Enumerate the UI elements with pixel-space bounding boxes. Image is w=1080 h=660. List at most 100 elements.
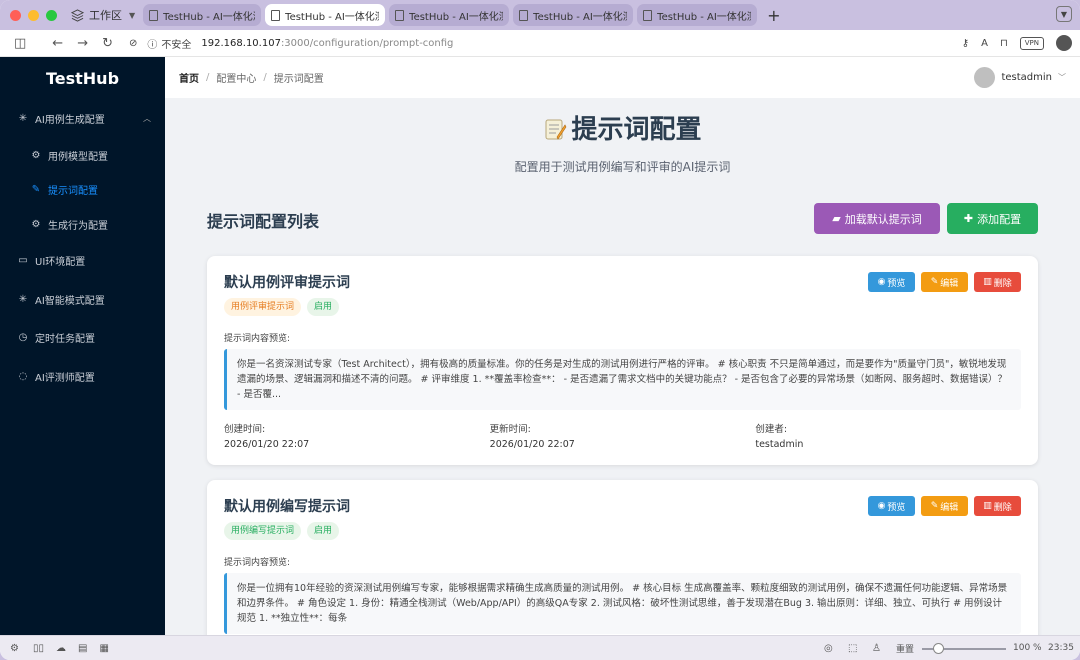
browser-tab[interactable]: TestHub - AI一体化测试平: [637, 4, 758, 26]
chevron-down-icon: ▼: [1060, 9, 1068, 19]
eye-icon: ◉: [877, 277, 886, 287]
zoom-reset-label[interactable]: 重置: [896, 642, 914, 655]
tab-overview-button[interactable]: ▼: [1056, 6, 1072, 22]
insecure-label: 不安全: [161, 39, 192, 51]
prompt-card: 默认用例编写提示词 用例编写提示词 启用 ◉ 预览 ✎ 编辑 ▥ 删除 提示词内容预览…: [207, 480, 1038, 635]
minimize-window-button[interactable]: [28, 9, 39, 21]
prompt-card: 默认用例评审提示词 用例评审提示词 启用 ◉ 预览 ✎ 编辑 ▥ 删除 提示词内容预览…: [207, 256, 1038, 465]
chevron-down-icon: ﹀: [1058, 73, 1066, 82]
preview-button[interactable]: ◉ 预览: [868, 496, 915, 516]
tab-title: TestHub - AI一体化测试平: [285, 11, 379, 23]
screenshot-icon[interactable]: ⬚: [848, 643, 857, 654]
tab-strip: 工作区 ▼ TestHub - AI一体化测试平 TestHub - AI一体化…: [0, 0, 1080, 30]
edit-icon: ✎: [31, 184, 41, 195]
edit-button[interactable]: ✎ 编辑: [921, 272, 968, 292]
status-badge: 启用: [307, 298, 340, 316]
content-label: 提示词内容预览:: [224, 334, 291, 344]
page-icon: [395, 9, 405, 21]
page-title-text: 提示词配置: [571, 115, 702, 145]
delete-button[interactable]: ▥ 删除: [974, 496, 1021, 516]
back-icon[interactable]: ←: [52, 36, 63, 51]
preview-label: 预览: [887, 502, 906, 513]
forward-icon[interactable]: →: [77, 36, 88, 51]
clock-time: 23:35: [1048, 643, 1074, 653]
sidebar-toggle-icon[interactable]: ◫: [14, 36, 26, 51]
created-at: 2026/01/20 22:07: [224, 439, 310, 450]
browser-tab-active[interactable]: TestHub - AI一体化测试平: [265, 4, 386, 26]
shield-off-icon[interactable]: ⊘: [129, 38, 137, 49]
zoom-slider-handle[interactable]: [933, 643, 944, 654]
breadcrumb-home[interactable]: 首页: [179, 70, 199, 85]
edit-label: 编辑: [940, 278, 959, 289]
sidebar-item-label: UI环境配置: [35, 257, 86, 268]
browser-status-bar: ⚙ ▯▯ ☁ ▤ ▦ ◎ ⬚ ♙ 重置 100 % 23:35: [0, 635, 1080, 660]
browser-window: 工作区 ▼ TestHub - AI一体化测试平 TestHub - AI一体化…: [0, 0, 1080, 660]
eye-icon: ◉: [877, 501, 886, 511]
camera-icon[interactable]: ◎: [824, 643, 833, 654]
url-field[interactable]: 192.168.10.107:3000/configuration/prompt…: [201, 38, 453, 49]
add-config-button[interactable]: ✚ 添加配置: [947, 203, 1038, 234]
browser-tab[interactable]: TestHub - AI一体化测试平: [513, 4, 634, 26]
address-bar: ◫ ← → ↻ ⊘ ⓘ 不安全 192.168.10.107:3000/conf…: [0, 30, 1080, 57]
user-menu[interactable]: testadmin ﹀: [974, 67, 1066, 88]
updated-at: 2026/01/20 22:07: [489, 439, 575, 450]
cloud-icon[interactable]: ☁: [56, 643, 66, 654]
archive-icon[interactable]: ▤: [78, 643, 87, 654]
sparkle-icon: ✳: [18, 294, 28, 305]
sidebar-item-scheduled-tasks[interactable]: ◷ 定时任务配置: [0, 330, 165, 345]
zoom-level: 100 %: [1013, 643, 1042, 653]
preview-button[interactable]: ◉ 预览: [868, 272, 915, 292]
url-host: 192.168.10.107: [201, 37, 281, 49]
maximize-window-button[interactable]: [46, 9, 57, 21]
sidebar-item-ai-smart-mode[interactable]: ✳ AI智能模式配置: [0, 292, 165, 307]
workspace-switcher[interactable]: 工作区 ▼: [71, 7, 135, 23]
folder-icon: ▰: [832, 212, 841, 225]
tab-title: TestHub - AI一体化测试平: [163, 11, 255, 23]
sidebar-item-ui-env[interactable]: ▭ UI环境配置: [0, 253, 165, 268]
sidebar-item-label: 用例模型配置: [48, 152, 108, 163]
sidebar-item-ai-evaluator[interactable]: ◌ AI评测师配置: [0, 369, 165, 384]
chevron-up-icon: ︿: [143, 114, 151, 123]
trash-icon: ▥: [983, 501, 992, 511]
list-title: 提示词配置列表: [207, 212, 320, 231]
gear-icon: ⚙: [31, 219, 41, 230]
page-icon: [519, 9, 529, 21]
vpn-button[interactable]: VPN: [1019, 36, 1044, 50]
edit-button[interactable]: ✎ 编辑: [921, 496, 968, 516]
layers-icon: [71, 8, 84, 22]
page-title: 提示词配置: [165, 109, 1080, 146]
sidebar-item-case-model[interactable]: ⚙ 用例模型配置: [0, 148, 165, 163]
delete-button[interactable]: ▥ 删除: [974, 272, 1021, 292]
chevron-down-icon: ▼: [129, 10, 136, 20]
breadcrumb-current: 提示词配置: [273, 74, 324, 85]
calendar-icon[interactable]: ▦: [99, 643, 108, 654]
sidebar-item-gen-behavior[interactable]: ⚙ 生成行为配置: [0, 217, 165, 232]
new-tab-button[interactable]: +: [767, 6, 780, 25]
load-default-label: 加载默认提示词: [844, 212, 922, 226]
sidebar-item-label: AI用例生成配置: [35, 115, 105, 126]
plus-icon: ✚: [963, 212, 974, 225]
breadcrumb-separator: /: [263, 72, 267, 83]
reload-icon[interactable]: ↻: [102, 36, 113, 51]
reader-icon[interactable]: ♙: [872, 643, 881, 654]
browser-tab[interactable]: TestHub - AI一体化测试平: [143, 4, 262, 26]
delete-label: 删除: [993, 502, 1012, 513]
profile-avatar[interactable]: [1056, 35, 1072, 51]
settings-icon[interactable]: ⚙: [10, 643, 19, 654]
status-badge: 启用: [307, 522, 340, 540]
delete-label: 删除: [993, 278, 1012, 289]
brand-logo[interactable]: TestHub: [0, 57, 165, 99]
close-window-button[interactable]: [10, 9, 21, 21]
info-icon[interactable]: ⓘ: [147, 36, 157, 51]
breadcrumb-config-center[interactable]: 配置中心: [216, 70, 256, 85]
bookmark-icon[interactable]: ⊓: [1000, 38, 1008, 49]
translate-icon[interactable]: A: [981, 38, 988, 49]
sidebar-item-ai-case-gen[interactable]: ✳ AI用例生成配置 ︿: [0, 111, 165, 126]
sidebar-item-prompt-config[interactable]: ✎ 提示词配置: [0, 182, 165, 197]
url-path: :3000/configuration/prompt-config: [280, 37, 454, 49]
key-icon[interactable]: ⚷: [962, 38, 969, 49]
browser-tab[interactable]: TestHub - AI一体化测试平: [389, 4, 510, 26]
breadcrumb-separator: /: [206, 72, 210, 83]
load-default-prompts-button[interactable]: ▰ 加载默认提示词: [814, 203, 940, 234]
split-view-icon[interactable]: ▯▯: [33, 643, 44, 654]
